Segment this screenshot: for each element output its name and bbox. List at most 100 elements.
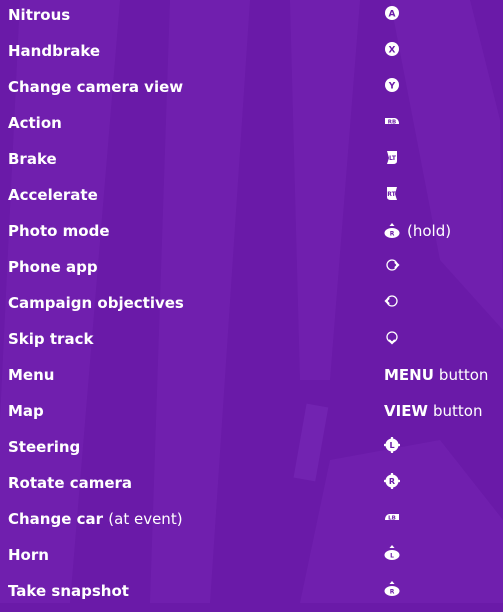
control-binding <box>384 257 400 273</box>
a-button-icon: A <box>385 6 399 20</box>
button-word: button <box>432 402 483 420</box>
action-name: Change camera view <box>8 78 184 96</box>
svg-text:R: R <box>390 231 395 238</box>
action-label: Rotate camera <box>8 473 132 493</box>
control-binding: R (hold) <box>384 221 451 241</box>
control-row: Map VIEW button <box>0 396 503 432</box>
control-row: Brake LT <box>0 144 503 180</box>
action-name: Rotate camera <box>8 474 133 492</box>
svg-text:RT: RT <box>387 191 396 198</box>
control-row: Phone app <box>0 252 503 288</box>
action-name: Nitrous <box>8 6 71 24</box>
action-name: Accelerate <box>8 186 98 204</box>
control-row: Campaign objectives <box>0 288 503 324</box>
svg-text:R: R <box>389 477 395 486</box>
button-word: button <box>438 366 489 384</box>
control-binding: L <box>384 437 400 453</box>
control-row: Steering L <box>0 432 503 468</box>
control-binding: R <box>384 581 400 597</box>
control-binding: R <box>384 473 400 489</box>
control-binding <box>384 329 400 345</box>
action-name: Photo mode <box>8 222 110 240</box>
control-binding <box>384 293 400 309</box>
control-row: Take snapshot R <box>0 576 503 612</box>
control-binding: X <box>384 41 400 57</box>
control-row: Handbrake X <box>0 36 503 72</box>
action-label: Accelerate <box>8 185 98 205</box>
svg-text:Y: Y <box>388 82 396 92</box>
action-label: Steering <box>8 437 80 457</box>
control-row: Change camera view Y <box>0 72 503 108</box>
dpad-down-icon <box>386 331 398 345</box>
control-row: Menu MENU button <box>0 360 503 396</box>
rb-bumper-icon: RB <box>385 118 399 125</box>
action-name: Horn <box>8 546 49 564</box>
right-stick-press-icon: R <box>384 581 400 596</box>
control-binding: RT <box>384 185 400 201</box>
action-name: Steering <box>8 438 81 456</box>
control-row: Action RB <box>0 108 503 144</box>
action-label: Campaign objectives <box>8 293 184 313</box>
action-label: Brake <box>8 149 57 169</box>
control-binding: Y <box>384 77 400 93</box>
svg-text:L: L <box>389 441 394 450</box>
dpad-right-icon <box>386 259 400 271</box>
action-name: Map <box>8 402 44 420</box>
action-name: Change car <box>8 510 104 528</box>
lt-trigger-icon: LT <box>387 151 397 164</box>
svg-text:LT: LT <box>389 155 397 162</box>
action-name: Take snapshot <box>8 582 129 600</box>
rt-trigger-icon: RT <box>387 187 397 200</box>
action-label: Photo mode <box>8 221 110 241</box>
action-label: Map <box>8 401 44 421</box>
action-label: Nitrous <box>8 5 70 25</box>
svg-text:A: A <box>389 10 396 20</box>
control-binding: L <box>384 545 400 561</box>
control-row: Change car (at event) LB <box>0 504 503 540</box>
action-label: Handbrake <box>8 41 100 61</box>
action-label: Skip track <box>8 329 93 349</box>
svg-text:L: L <box>390 553 394 560</box>
controls-list: Nitrous A Handbrake X Change camera view Y Act… <box>0 0 503 612</box>
control-row: Horn L <box>0 540 503 576</box>
svg-text:RB: RB <box>388 119 396 125</box>
control-binding: LB <box>384 509 400 525</box>
right-stick-press-icon: R <box>384 223 400 238</box>
control-binding: LT <box>384 149 400 165</box>
action-label: Phone app <box>8 257 98 277</box>
action-label: Change car (at event) <box>8 509 183 529</box>
x-button-icon: X <box>385 42 399 56</box>
svg-text:LB: LB <box>388 515 396 521</box>
action-name: Menu <box>8 366 55 384</box>
control-binding: MENU button <box>384 365 488 385</box>
dpad-left-icon <box>384 295 398 307</box>
control-row: Nitrous A <box>0 0 503 36</box>
control-binding: RB <box>384 113 400 129</box>
control-row: Accelerate RT <box>0 180 503 216</box>
right-stick-icon: R <box>384 473 400 489</box>
svg-text:X: X <box>389 46 396 56</box>
button-name: VIEW <box>384 402 428 420</box>
action-label: Menu <box>8 365 54 385</box>
action-name: Brake <box>8 150 57 168</box>
left-stick-press-icon: L <box>384 545 400 560</box>
action-name: Phone app <box>8 258 98 276</box>
control-binding: VIEW button <box>384 401 482 421</box>
action-name: Skip track <box>8 330 94 348</box>
control-binding: A <box>384 5 400 21</box>
svg-text:R: R <box>390 589 395 596</box>
action-label: Horn <box>8 545 49 565</box>
action-suffix: (at event) <box>108 510 183 528</box>
control-row: Photo mode R (hold) <box>0 216 503 252</box>
action-name: Handbrake <box>8 42 101 60</box>
left-stick-icon: L <box>384 437 400 453</box>
action-name: Action <box>8 114 62 132</box>
action-label: Action <box>8 113 62 133</box>
action-label: Change camera view <box>8 77 183 97</box>
button-name: MENU <box>384 366 434 384</box>
lb-bumper-icon: LB <box>385 514 399 521</box>
control-row: Rotate camera R <box>0 468 503 504</box>
action-label: Take snapshot <box>8 581 129 601</box>
y-button-icon: Y <box>385 78 399 92</box>
control-row: Skip track <box>0 324 503 360</box>
